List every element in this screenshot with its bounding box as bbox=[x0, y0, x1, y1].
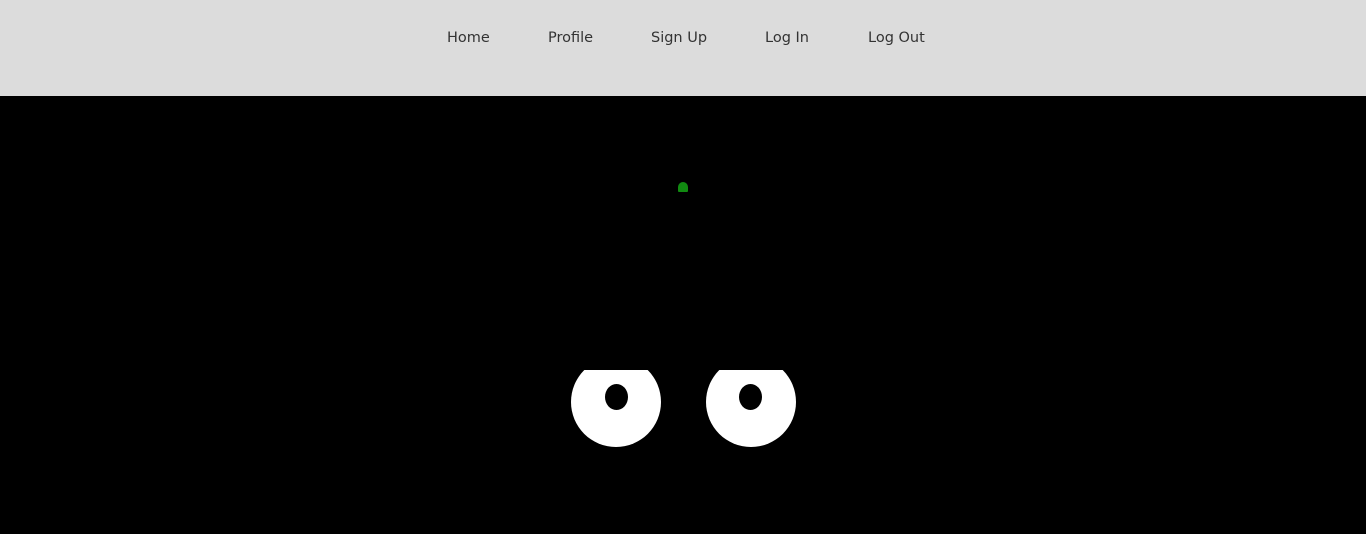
green-dot-icon bbox=[678, 182, 688, 192]
left-eye-icon bbox=[571, 370, 661, 447]
nav-link-log-in[interactable]: Log In bbox=[765, 28, 809, 48]
dark-scene bbox=[0, 96, 1366, 534]
nav-link-profile[interactable]: Profile bbox=[548, 28, 593, 48]
nav-link-home[interactable]: Home bbox=[447, 28, 490, 48]
left-pupil-icon bbox=[605, 384, 628, 410]
right-pupil-icon bbox=[739, 384, 762, 410]
nav-link-sign-up[interactable]: Sign Up bbox=[651, 28, 707, 48]
top-nav-bar: Home Profile Sign Up Log In Log Out bbox=[0, 0, 1366, 96]
right-eye-icon bbox=[706, 370, 796, 447]
nav-link-log-out[interactable]: Log Out bbox=[868, 28, 925, 48]
